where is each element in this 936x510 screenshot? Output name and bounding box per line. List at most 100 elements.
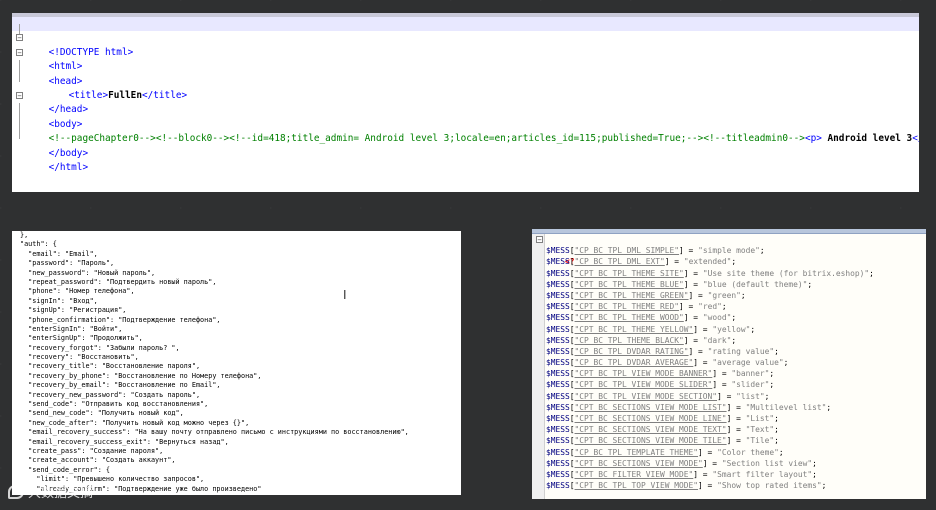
fold-toggle-icon[interactable]: −	[16, 34, 23, 42]
php-line[interactable]: $MESS["CP_BC_TPL_DML_SIMPLE"] = "simple …	[532, 245, 926, 256]
php-operator: ] =	[712, 369, 732, 379]
code-line-doctype[interactable]: <!DOCTYPE html>	[12, 17, 919, 58]
json-line[interactable]: "phone_confirmation": "Подтверждение тел…	[12, 316, 461, 325]
php-semicolon: ;	[812, 469, 817, 479]
php-semicolon: ;	[774, 425, 779, 435]
fold-guide	[19, 60, 20, 75]
json-editor-panel[interactable]: }, "auth": { "email": "Email", "password"…	[12, 231, 461, 495]
php-variable: $MESS	[546, 313, 570, 323]
php-variable: $MESS	[546, 279, 570, 289]
fold-guide	[19, 117, 20, 133]
json-line[interactable]: "email_recovery_success": "На вашу почту…	[12, 428, 461, 437]
json-line[interactable]: "password": "Пароль",	[12, 259, 461, 268]
code-line-head-close[interactable]: </head>	[12, 74, 919, 115]
php-key: "CP_BC_TPL_DVDAR_AVERAGE"	[574, 358, 694, 368]
php-value: "Text"	[745, 425, 775, 435]
php-value: "List"	[745, 414, 775, 423]
json-line[interactable]: "recovery_new_password": "Создать пароль…	[12, 391, 461, 400]
json-line[interactable]: "phone": "Номер телефона",	[12, 287, 461, 296]
json-line[interactable]: "send_code_error": {	[12, 466, 461, 475]
json-line[interactable]: "create_pass": "Создание пароля",	[12, 447, 461, 456]
code-line-html-open[interactable]: − <html>	[12, 31, 919, 72]
php-line[interactable]: $MESS["CPT_BC_TPL_THEME_BLUE"] = "blue (…	[532, 279, 926, 290]
php-variable: $MESS	[546, 469, 570, 479]
php-editor-panel[interactable]: − <? $MESS["CP_BC_TPL_DML_SIMPLE"] = "si…	[532, 229, 926, 499]
php-line[interactable]: $MESS["CPT_BC_TPL_THEME_YELLOW"] = "yell…	[532, 324, 926, 335]
php-variable: $MESS	[546, 290, 570, 300]
php-variable: $MESS	[546, 324, 570, 334]
php-key: "CPT_BC_TPL_VIEW_MODE_BANNER"	[574, 369, 713, 379]
json-line[interactable]: "create_account": "Создать аккаунт",	[12, 456, 461, 465]
php-variable: $MESS	[546, 268, 570, 278]
php-line[interactable]: $MESS["CPT_BC_TPL_VIEW_MODE_BANNER"] = "…	[532, 368, 926, 379]
json-line[interactable]: "repeat_password": "Подтвердить новый па…	[12, 278, 461, 287]
code-line-head-open[interactable]: − <head>	[12, 46, 919, 87]
php-line[interactable]: $MESS["CPT_BC_TPL_THEME_SITE"] = "Use si…	[532, 268, 926, 279]
php-key: "CP_BC_TPL_THEME_BLACK"	[574, 335, 684, 345]
json-line[interactable]: "recovery_by_email": "Восстановление по …	[12, 381, 461, 390]
php-operator: ] =	[698, 447, 718, 457]
php-line[interactable]: $MESS["CPT_BC_TPL_TOP_VIEW_MODE"] = "Sho…	[532, 480, 926, 491]
php-line[interactable]: $MESS["CPT_BC_SECTIONS_VIEW_MODE"] = "Se…	[532, 458, 926, 469]
php-semicolon: ;	[774, 414, 779, 423]
code-line-title[interactable]: <title>FullEn</title>	[12, 60, 919, 101]
json-line[interactable]: "email_recovery_success_exit": "Вернутьс…	[12, 438, 461, 447]
php-line[interactable]: $MESS["CP_BC_TPL_DVDAR_RATING"] = "ratin…	[532, 346, 926, 357]
php-line[interactable]: $MESS["CP_BC_TPL_THEME_BLACK"] = "dark";	[532, 335, 926, 346]
code-line-comment[interactable]: <!--pageChapter0--><!--block0--><!--id=4…	[12, 103, 919, 144]
php-line[interactable]: $MESS["CPT_BC_FILTER_VIEW_MODE"] = "Smar…	[532, 469, 926, 480]
json-line[interactable]: "auth": {	[12, 240, 461, 249]
json-line[interactable]: },	[12, 231, 461, 240]
php-key: "CPT_BC_TPL_THEME_WOOD"	[574, 313, 684, 323]
json-code-lines: }, "auth": { "email": "Email", "password"…	[12, 231, 461, 494]
php-line[interactable]: $MESS["CPT_BC_TPL_THEME_WOOD"] = "wood";	[532, 312, 926, 323]
php-line[interactable]: $MESS["CPT_BC_SECTIONS_VIEW_MODE_TILE"] …	[532, 435, 926, 446]
code-line-html-close[interactable]: </html>	[12, 132, 919, 173]
php-key: "CPT_BC_SECTIONS_VIEW_MODE_LIST"	[574, 402, 727, 412]
php-line[interactable]: $MESS["CP_BC_TPL_TEMPLATE_THEME"] = "Col…	[532, 447, 926, 458]
json-line[interactable]: "new_code_after": "Получить новый код мо…	[12, 419, 461, 428]
php-line[interactable]: $MESS["CPT_BC_TPL_VIEW_MODE_SLIDER"] = "…	[532, 379, 926, 390]
php-line[interactable]: $MESS["CPT_BC_TPL_VIEW_MODE_SECTION"] = …	[532, 391, 926, 402]
php-key: "CPT_BC_SECTIONS_VIEW_MODE_TILE"	[574, 436, 727, 446]
json-line[interactable]: "enterSignUp": "Продолжить",	[12, 334, 461, 343]
code-line-body-close[interactable]: </body>	[12, 117, 919, 159]
json-line[interactable]: "enterSignIn": "Войти",	[12, 325, 461, 334]
php-key: "CPT_BC_TPL_THEME_RED"	[574, 302, 680, 312]
html-editor-panel[interactable]: <!DOCTYPE html> − <html> − <head> <title…	[12, 13, 919, 192]
json-line[interactable]: "signUp": "Регистрация",	[12, 306, 461, 315]
php-line[interactable]: $MESS["CP_BC_TPL_DVDAR_AVERAGE"] = "aver…	[532, 357, 926, 368]
php-value: "yellow"	[712, 324, 751, 334]
text-cursor-icon: I	[343, 288, 347, 302]
php-line[interactable]: $MESS["CPT_BC_SECTIONS_VIEW_MODE_LIST"] …	[532, 402, 926, 413]
json-line[interactable]: "send_new_code": "Получить новый код",	[12, 409, 461, 418]
php-line[interactable]: $MESS["CPT_BC_SECTIONS_VIEW_MODE_TEXT"] …	[532, 424, 926, 435]
html-close-tag: </html>	[48, 161, 89, 173]
json-line[interactable]: "recovery_title": "Восстановление пароля…	[12, 362, 461, 371]
json-line[interactable]: "send_code": "Отправить код восстановлен…	[12, 400, 461, 409]
php-value: "simple mode"	[698, 246, 760, 256]
json-line[interactable]: "new_password": "Новый пароль",	[12, 269, 461, 278]
code-line-php-open[interactable]: − <?	[532, 234, 926, 266]
fold-toggle-icon[interactable]: −	[536, 236, 543, 244]
json-line[interactable]: "recovery_by_phone": "Восстановление по …	[12, 372, 461, 381]
json-line[interactable]: "email": "Email",	[12, 250, 461, 259]
php-key: "CPT_BC_TPL_VIEW_MODE_SECTION"	[574, 391, 718, 401]
php-value: "rating value"	[707, 346, 775, 356]
php-line[interactable]: $MESS["CPT_BC_TPL_THEME_GREEN"] = "green…	[532, 290, 926, 301]
php-variable: $MESS	[546, 257, 570, 267]
body-close-tag: </body>	[48, 147, 89, 159]
code-line-body-open[interactable]: − <body>	[12, 89, 919, 130]
php-operator: ] =	[683, 268, 703, 278]
json-line[interactable]: "recovery": "Восстановить",	[12, 353, 461, 362]
php-semicolon: ;	[769, 369, 775, 379]
json-line[interactable]: "signIn": "Вход",	[12, 297, 461, 306]
php-line[interactable]: $MESS["CPT_BC_TPL_THEME_RED"] = "red";	[532, 301, 926, 312]
fold-toggle-icon[interactable]: −	[16, 91, 23, 99]
fold-toggle-icon[interactable]: −	[16, 48, 23, 56]
php-line[interactable]: $MESS["CPT_BC_SECTIONS_VIEW_MODE_LINE"] …	[532, 413, 926, 424]
php-operator: ] =	[717, 391, 737, 401]
php-line[interactable]: $MESS["CP_BC_TPL_DML_EXT"] = "extended";	[532, 256, 926, 267]
json-line[interactable]: "recovery_forgot": "Забыли пароль? ",	[12, 344, 461, 353]
php-variable: $MESS	[546, 335, 570, 345]
